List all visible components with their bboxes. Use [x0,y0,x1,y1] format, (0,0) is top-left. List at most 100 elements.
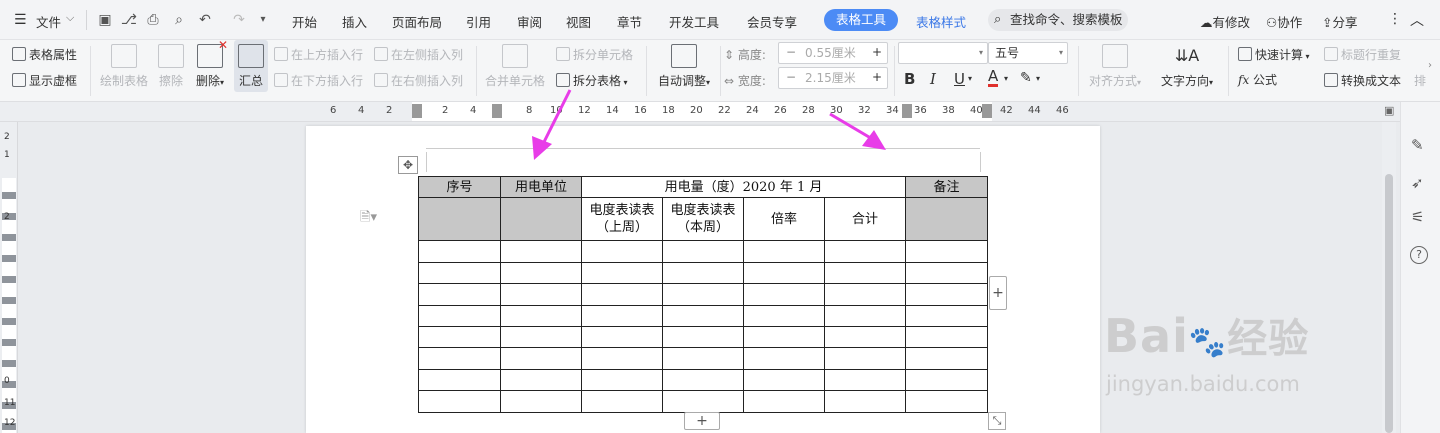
table-cell[interactable] [743,390,825,413]
table-cell-seq[interactable]: 序号 [418,175,501,199]
table-cell[interactable] [905,240,988,263]
table-cell[interactable] [905,261,988,285]
chevron-down-icon[interactable]: ⌵ [66,11,74,25]
vertical-ruler[interactable]: 2 1 2 11 12 0 [0,122,18,433]
table-cell[interactable] [581,240,663,263]
table-cell[interactable] [743,347,825,370]
table-cell[interactable] [581,283,663,306]
table-cell[interactable] [418,390,501,413]
document-table[interactable]: 序号 用电单位 用电量（度）2020 年 1 月 备注 电度表读表（上周） 电度… [418,175,988,413]
tab-table-tools[interactable]: 表格工具 [824,9,898,31]
autofit-button[interactable]: 自动调整▾ [654,44,714,89]
print-preview-icon[interactable]: ⌕ [170,11,188,29]
resize-table-icon[interactable]: ⤡ [988,412,1006,430]
column-marker[interactable] [412,104,422,118]
table-cell[interactable] [905,304,988,327]
chevron-down-icon[interactable]: ▾ [968,74,972,83]
table-cell-total[interactable]: 合计 [824,197,906,242]
merge-cells-button[interactable]: 合并单元格 [484,44,546,89]
table-cell[interactable] [581,304,663,327]
table-cell[interactable] [500,325,582,349]
share-button[interactable]: ⇪分享 [1322,12,1358,31]
search-input[interactable]: ⌕ 查找命令、搜索模板 [988,9,1128,31]
tab-member[interactable]: 会员专享 [747,12,797,31]
print-icon[interactable]: ⎙ [144,11,162,29]
summary-button[interactable]: 汇总 [234,40,268,92]
table-props-button[interactable]: 表格属性 [12,46,77,63]
table-cell[interactable] [743,240,825,263]
quick-calc-button[interactable]: 快速计算 ▾ [1238,46,1310,63]
table-cell[interactable] [500,261,582,285]
table-cell[interactable] [418,347,501,370]
table-cell-this-week[interactable]: 电度表读表（本周） [662,197,744,242]
tab-page-layout[interactable]: 页面布局 [392,12,442,31]
table-cell[interactable] [662,325,744,349]
font-name-select[interactable]: ▾ [898,42,988,64]
collapse-ribbon-icon[interactable]: ︿ [1410,10,1424,30]
paragraph-options-icon[interactable]: 🗎▾ [360,208,377,230]
table-cell[interactable] [743,261,825,285]
scrollbar-thumb[interactable] [1385,174,1393,433]
horizontal-ruler[interactable]: 6 4 2 2 4 8 10 12 14 16 18 20 22 24 26 2… [0,102,1440,122]
table-cell[interactable] [743,325,825,349]
tab-developer[interactable]: 开发工具 [669,12,719,31]
table-cell[interactable] [581,261,663,285]
modified-button[interactable]: ☁有修改 [1200,12,1250,31]
table-cell[interactable] [662,347,744,370]
bold-button[interactable]: B [904,70,915,88]
table-cell[interactable] [500,304,582,327]
table-cell[interactable] [743,368,825,392]
table-cell[interactable] [905,283,988,306]
show-grid-button[interactable]: 显示虚框 [12,72,77,89]
table-cell-ratio[interactable]: 倍率 [743,197,825,242]
chevron-down-icon[interactable]: ▾ [1036,74,1040,83]
text-direction-button[interactable]: ⇊A 文字方向▾ [1156,44,1218,89]
split-cell-button[interactable]: 拆分单元格 [556,46,633,63]
tab-view[interactable]: 视图 [566,12,591,31]
table-cell-note[interactable]: 备注 [905,175,988,199]
column-marker[interactable] [982,104,992,118]
table-cell[interactable] [824,240,906,263]
table-cell[interactable] [743,304,825,327]
settings-sliders-icon[interactable]: ⚟ [1411,208,1424,226]
insert-above-button[interactable]: 在上方插入行 [274,46,363,63]
table-cell[interactable] [662,390,744,413]
table-cell[interactable] [581,390,663,413]
table-cell[interactable] [824,261,906,285]
insert-right-button[interactable]: 在右侧插入列 [374,72,463,89]
table-cell[interactable] [905,197,988,242]
pen-icon[interactable]: ✎ [1411,136,1424,154]
ruler-toggle-icon[interactable]: ▣ [1384,104,1394,117]
tab-review[interactable]: 审阅 [517,12,542,31]
minus-icon[interactable]: − [783,42,799,62]
file-menu[interactable]: 文件 [36,12,61,31]
table-cell-last-week[interactable]: 电度表读表（上周） [581,197,663,242]
table-cell-unit[interactable]: 用电单位 [500,175,582,199]
table-cell[interactable] [824,325,906,349]
help-icon[interactable]: ? [1410,246,1428,264]
erase-button[interactable]: 擦除 [156,44,186,89]
table-cell[interactable] [418,197,501,242]
hamburger-icon[interactable]: ☰ [14,12,27,28]
add-row-button[interactable]: + [684,412,720,430]
table-cell[interactable] [662,304,744,327]
save-icon[interactable]: ▣ [96,11,114,29]
redo-icon[interactable]: ↷ [230,11,248,29]
more-icon[interactable]: ⋮ [1388,11,1402,27]
tab-chapter[interactable]: 章节 [617,12,642,31]
table-cell[interactable] [418,368,501,392]
insert-below-button[interactable]: 在下方插入行 [274,72,363,89]
plus-icon[interactable]: + [869,42,885,62]
table-cell[interactable] [418,261,501,285]
cursor-icon[interactable]: ➶ [1411,174,1424,192]
table-cell[interactable] [824,368,906,392]
align-button[interactable]: 对齐方式▾ [1086,44,1144,89]
undo-icon[interactable]: ↶ [196,11,214,29]
italic-button[interactable]: I [930,70,936,88]
chevron-down-icon[interactable]: ▾ [1004,74,1008,83]
column-marker[interactable] [902,104,912,118]
minus-icon[interactable]: − [783,67,799,87]
tab-references[interactable]: 引用 [466,12,491,31]
vertical-scrollbar[interactable] [1382,122,1396,433]
tab-home[interactable]: 开始 [292,12,317,31]
